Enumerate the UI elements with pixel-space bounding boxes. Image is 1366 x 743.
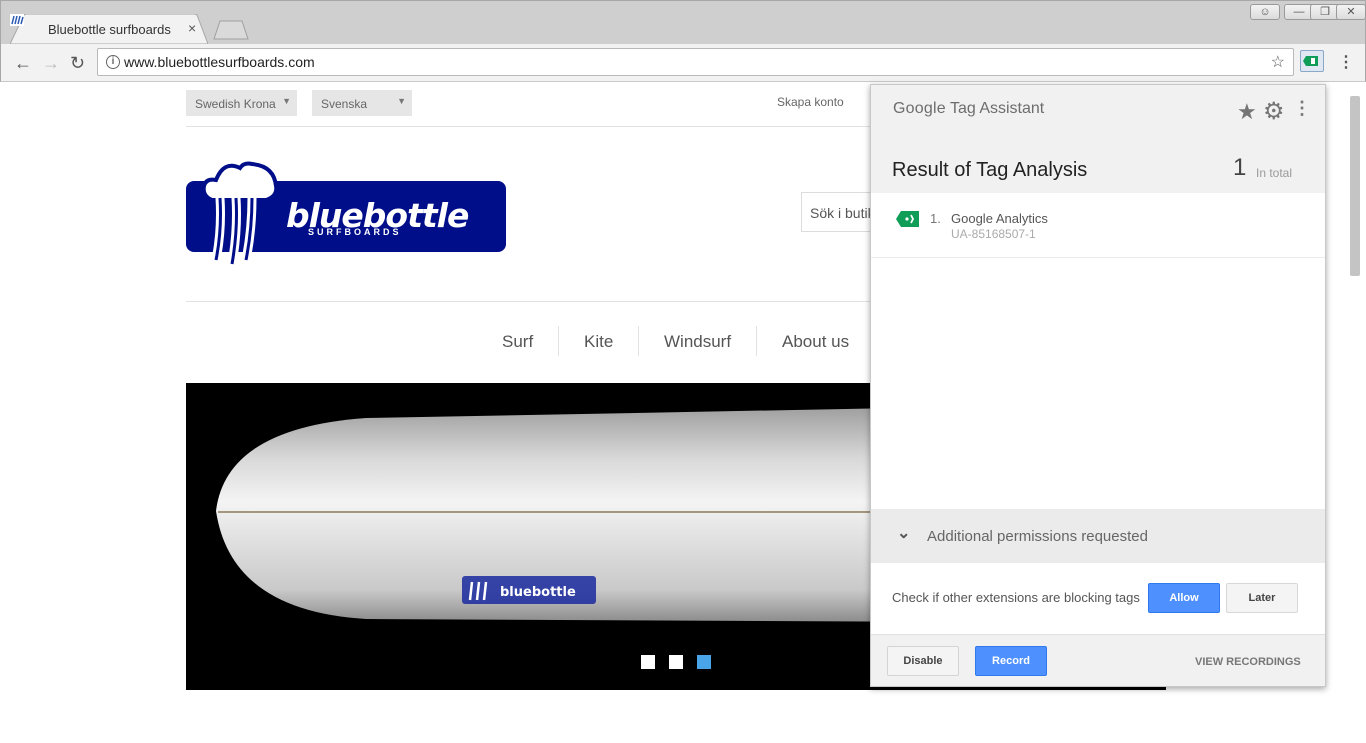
create-account-link[interactable]: Skapa konto [777, 95, 844, 109]
jellyfish-logo-icon [201, 161, 279, 269]
permissions-expander[interactable]: ⌄ Additional permissions requested [871, 509, 1325, 563]
brand-product: Tag Assistant [945, 100, 1045, 117]
gear-icon[interactable]: ⚙ [1263, 97, 1285, 126]
list-divider [871, 257, 1325, 258]
address-bar[interactable]: i www.bluebottlesurfboards.com ☆ [97, 48, 1294, 76]
new-tab-button[interactable] [213, 20, 249, 40]
site-favicon-icon [10, 14, 24, 26]
tab-close-icon[interactable]: × [188, 20, 196, 36]
allow-button[interactable]: Allow [1148, 583, 1220, 613]
logo-subtitle: SURFBOARDS [308, 227, 402, 237]
tag-count-label: In total [1256, 166, 1293, 180]
language-select[interactable]: Svenska ▼ [312, 90, 412, 116]
slider-dot-3-active[interactable] [697, 655, 711, 669]
record-button[interactable]: Record [975, 646, 1047, 676]
search-placeholder: Sök i butik [810, 205, 875, 221]
slider-dot-2[interactable] [669, 655, 683, 669]
permissions-label: Additional permissions requested [927, 528, 1148, 545]
profile-button[interactable]: ☺ [1250, 4, 1280, 20]
nav-separator [558, 326, 559, 356]
chevron-down-icon: ⌄ [897, 525, 911, 542]
view-recordings-link[interactable]: VIEW RECORDINGS [1195, 656, 1301, 668]
tag-assistant-extension-icon[interactable] [1300, 50, 1324, 72]
popup-title: Result of Tag Analysis [892, 159, 1088, 181]
star-icon[interactable]: ★ [1237, 99, 1257, 125]
popup-brand: Google Tag Assistant [893, 100, 1044, 118]
forward-arrow-icon[interactable]: → [42, 53, 60, 74]
currency-select[interactable]: Swedish Krona ▼ [186, 90, 297, 116]
nav-link-surf[interactable]: Surf [502, 332, 533, 352]
nav-divider [186, 301, 886, 302]
reload-icon[interactable]: ↻ [70, 53, 85, 74]
tag-list-item[interactable]: 1. Google Analytics UA-85168507-1 [871, 193, 1325, 257]
popup-header: Google Tag Assistant ★ ⚙ ⋮ Result of Tag… [871, 85, 1325, 193]
dropdown-arrow-icon: ▼ [282, 96, 291, 106]
tag-name[interactable]: Google Analytics [951, 211, 1048, 226]
later-button[interactable]: Later [1226, 583, 1298, 613]
url-text[interactable]: www.bluebottlesurfboards.com [124, 54, 315, 70]
header-divider [186, 126, 886, 127]
more-vert-icon[interactable]: ⋮ [1293, 98, 1311, 119]
tag-id: UA-85168507-1 [951, 227, 1036, 241]
bookmark-star-icon[interactable]: ☆ [1271, 52, 1285, 72]
nav-separator [638, 326, 639, 356]
popup-footer: Disable Record VIEW RECORDINGS [871, 634, 1325, 686]
tag-count: 1 [1233, 154, 1247, 181]
nav-link-windsurf[interactable]: Windsurf [664, 332, 731, 352]
search-input[interactable]: Sök i butik [801, 192, 881, 232]
slider-dot-1[interactable] [641, 655, 655, 669]
close-window-button[interactable]: ✕ [1336, 4, 1366, 20]
browser-tab[interactable]: Bluebottle surfboards × [10, 14, 208, 44]
dropdown-arrow-icon: ▼ [397, 96, 406, 106]
page-scrollbar[interactable] [1350, 96, 1360, 276]
blocking-check-text: Check if other extensions are blocking t… [892, 590, 1140, 605]
brand-google: Google [893, 100, 946, 117]
browser-menu-icon[interactable]: ⋮ [1338, 52, 1354, 72]
tag-status-icon [896, 211, 919, 227]
currency-value: Swedish Krona [195, 97, 276, 111]
language-value: Svenska [321, 97, 368, 111]
tag-assistant-popup: Google Tag Assistant ★ ⚙ ⋮ Result of Tag… [870, 84, 1326, 687]
tab-title: Bluebottle surfboards [48, 22, 171, 37]
info-icon[interactable]: i [106, 55, 120, 69]
hero-logo-text: bluebottle [500, 585, 576, 600]
nav-separator [756, 326, 757, 356]
back-arrow-icon[interactable]: ← [14, 53, 32, 74]
disable-button[interactable]: Disable [887, 646, 959, 676]
nav-link-kite[interactable]: Kite [584, 332, 613, 352]
tag-number: 1. [930, 211, 941, 226]
nav-link-about-us[interactable]: About us [782, 332, 849, 352]
